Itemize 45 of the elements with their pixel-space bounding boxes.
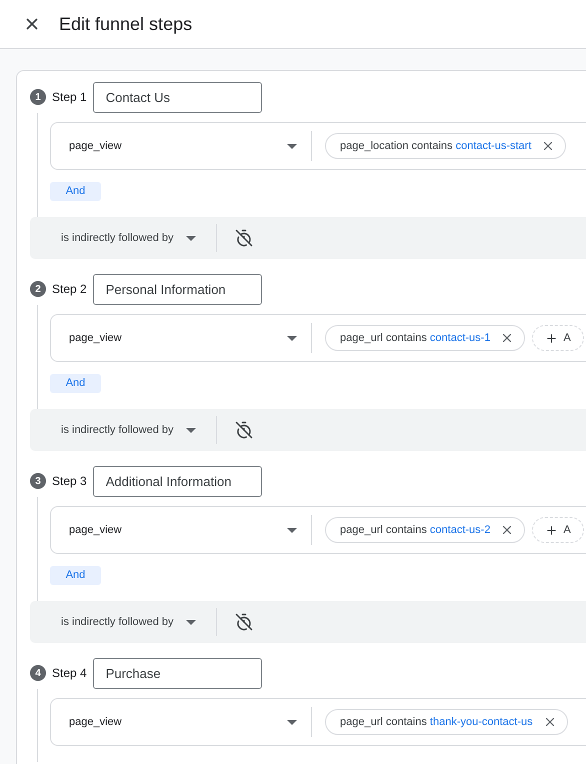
step-name-input[interactable]: Contact Us — [92, 82, 262, 112]
condition-chip[interactable]: page_url contains thank-you-contact-us — [325, 709, 568, 735]
caret-icon — [186, 428, 196, 432]
event-dropdown[interactable]: page_view — [51, 507, 311, 553]
dialog-title: Edit funnel steps — [59, 12, 192, 36]
condition-text: page_url contains contact-us-2 — [340, 522, 490, 538]
condition-text: page_url contains thank-you-contact-us — [340, 714, 533, 730]
followed-by-dropdown[interactable]: is indirectly followed by — [61, 422, 196, 438]
condition-text: page_location contains contact-us-start — [340, 138, 532, 154]
condition-text: page_url contains contact-us-1 — [340, 330, 490, 346]
step-name-input[interactable]: Purchase — [92, 658, 262, 688]
condition-chip[interactable]: page_url contains contact-us-2 — [325, 517, 526, 543]
plus-icon — [545, 332, 558, 344]
step-number-badge: 3 — [30, 473, 46, 489]
condition-chip[interactable]: page_location contains contact-us-start — [325, 133, 566, 159]
timer-off-icon[interactable] — [234, 613, 252, 631]
step-number-badge: 2 — [30, 281, 46, 297]
step-label: Step 1 — [52, 89, 87, 106]
event-dropdown[interactable]: page_view — [51, 315, 311, 361]
timer-off-icon[interactable] — [234, 421, 252, 439]
event-dropdown[interactable]: page_view — [51, 699, 311, 745]
step-label: Step 3 — [52, 473, 87, 490]
condition-chip[interactable]: page_url contains contact-us-1 — [325, 325, 526, 351]
caret-icon — [186, 236, 196, 240]
followed-by-dropdown[interactable]: is indirectly followed by — [61, 614, 196, 630]
step-name-input[interactable]: Additional Information — [92, 466, 262, 496]
timer-off-icon[interactable] — [234, 229, 252, 247]
and-button[interactable]: And — [50, 182, 101, 201]
step-number-badge: 1 — [30, 89, 46, 105]
event-dropdown[interactable]: page_view — [51, 123, 311, 169]
step-label: Step 4 — [52, 665, 87, 682]
caret-icon — [287, 144, 297, 148]
and-button[interactable]: And — [50, 374, 101, 393]
caret-icon — [287, 336, 297, 340]
step-label: Step 2 — [52, 281, 87, 298]
followed-by-dropdown[interactable]: is indirectly followed by — [61, 230, 196, 246]
plus-icon — [545, 524, 558, 536]
caret-icon — [287, 528, 297, 532]
add-condition-button[interactable]: A — [532, 517, 584, 543]
caret-icon — [287, 720, 297, 724]
add-condition-button[interactable]: A — [532, 325, 584, 351]
step-name-input[interactable]: Personal Information — [92, 274, 262, 304]
step-number-badge: 4 — [30, 665, 46, 681]
and-button[interactable]: And — [50, 566, 101, 585]
caret-icon — [186, 620, 196, 624]
